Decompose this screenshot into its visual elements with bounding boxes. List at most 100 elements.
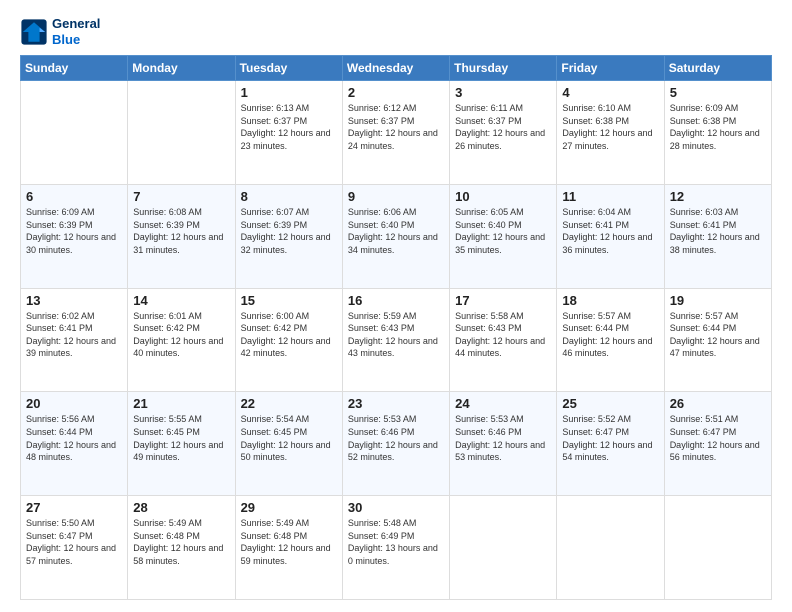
calendar-cell: 27 Sunrise: 5:50 AM Sunset: 6:47 PM Dayli… (21, 496, 128, 600)
day-number: 4 (562, 85, 658, 100)
calendar-cell (21, 81, 128, 185)
calendar-cell: 12 Sunrise: 6:03 AM Sunset: 6:41 PM Dayli… (664, 184, 771, 288)
day-info: Sunrise: 6:06 AM Sunset: 6:40 PM Dayligh… (348, 206, 444, 256)
day-info: Sunrise: 5:55 AM Sunset: 6:45 PM Dayligh… (133, 413, 229, 463)
calendar-cell: 6Sunrise: 6:09 AM Sunset: 6:39 PM Daylig… (21, 184, 128, 288)
day-number: 6 (26, 189, 122, 204)
day-info: Sunrise: 6:02 AM Sunset: 6:41 PM Dayligh… (26, 310, 122, 360)
week-row-4: 20 Sunrise: 5:56 AM Sunset: 6:44 PM Dayli… (21, 392, 772, 496)
calendar-cell (450, 496, 557, 600)
day-info: Sunrise: 6:07 AM Sunset: 6:39 PM Dayligh… (241, 206, 337, 256)
calendar-cell: 3Sunrise: 6:11 AM Sunset: 6:37 PM Daylig… (450, 81, 557, 185)
day-number: 1 (241, 85, 337, 100)
calendar-cell: 9 Sunrise: 6:06 AM Sunset: 6:40 PM Daylig… (342, 184, 449, 288)
logo-icon (20, 18, 48, 46)
page: General Blue SundayMondayTuesdayWednesda… (0, 0, 792, 612)
day-info: Sunrise: 5:52 AM Sunset: 6:47 PM Dayligh… (562, 413, 658, 463)
logo-text: General Blue (52, 16, 100, 47)
day-info: Sunrise: 6:12 AM Sunset: 6:37 PM Dayligh… (348, 102, 444, 152)
day-info: Sunrise: 5:57 AM Sunset: 6:44 PM Dayligh… (562, 310, 658, 360)
day-number: 29 (241, 500, 337, 515)
day-number: 26 (670, 396, 766, 411)
weekday-header-row: SundayMondayTuesdayWednesdayThursdayFrid… (21, 56, 772, 81)
day-number: 12 (670, 189, 766, 204)
day-number: 14 (133, 293, 229, 308)
calendar-cell: 14 Sunrise: 6:01 AM Sunset: 6:42 PM Dayli… (128, 288, 235, 392)
calendar-cell: 23 Sunrise: 5:53 AM Sunset: 6:46 PM Dayli… (342, 392, 449, 496)
calendar-cell (664, 496, 771, 600)
weekday-header-sunday: Sunday (21, 56, 128, 81)
day-number: 20 (26, 396, 122, 411)
week-row-2: 6Sunrise: 6:09 AM Sunset: 6:39 PM Daylig… (21, 184, 772, 288)
day-info: Sunrise: 5:56 AM Sunset: 6:44 PM Dayligh… (26, 413, 122, 463)
calendar-cell: 25 Sunrise: 5:52 AM Sunset: 6:47 PM Dayli… (557, 392, 664, 496)
day-number: 24 (455, 396, 551, 411)
calendar-cell: 13 Sunrise: 6:02 AM Sunset: 6:41 PM Dayli… (21, 288, 128, 392)
calendar-cell: 4 Sunrise: 6:10 AM Sunset: 6:38 PM Daylig… (557, 81, 664, 185)
calendar-cell: 24 Sunrise: 5:53 AM Sunset: 6:46 PM Dayli… (450, 392, 557, 496)
day-number: 16 (348, 293, 444, 308)
day-number: 2 (348, 85, 444, 100)
calendar-cell: 15 Sunrise: 6:00 AM Sunset: 6:42 PM Dayli… (235, 288, 342, 392)
week-row-1: 1 Sunrise: 6:13 AM Sunset: 6:37 PM Daylig… (21, 81, 772, 185)
day-info: Sunrise: 6:01 AM Sunset: 6:42 PM Dayligh… (133, 310, 229, 360)
day-info: Sunrise: 6:10 AM Sunset: 6:38 PM Dayligh… (562, 102, 658, 152)
day-info: Sunrise: 6:13 AM Sunset: 6:37 PM Dayligh… (241, 102, 337, 152)
day-info: Sunrise: 6:09 AM Sunset: 6:38 PM Dayligh… (670, 102, 766, 152)
day-number: 18 (562, 293, 658, 308)
day-number: 9 (348, 189, 444, 204)
day-number: 30 (348, 500, 444, 515)
weekday-header-friday: Friday (557, 56, 664, 81)
day-number: 15 (241, 293, 337, 308)
day-info: Sunrise: 5:53 AM Sunset: 6:46 PM Dayligh… (455, 413, 551, 463)
day-number: 19 (670, 293, 766, 308)
calendar-cell: 10 Sunrise: 6:05 AM Sunset: 6:40 PM Dayli… (450, 184, 557, 288)
day-number: 27 (26, 500, 122, 515)
day-number: 21 (133, 396, 229, 411)
calendar-cell: 11 Sunrise: 6:04 AM Sunset: 6:41 PM Dayli… (557, 184, 664, 288)
weekday-header-tuesday: Tuesday (235, 56, 342, 81)
week-row-3: 13 Sunrise: 6:02 AM Sunset: 6:41 PM Dayli… (21, 288, 772, 392)
day-number: 17 (455, 293, 551, 308)
day-info: Sunrise: 6:03 AM Sunset: 6:41 PM Dayligh… (670, 206, 766, 256)
day-info: Sunrise: 5:54 AM Sunset: 6:45 PM Dayligh… (241, 413, 337, 463)
day-info: Sunrise: 6:11 AM Sunset: 6:37 PM Dayligh… (455, 102, 551, 152)
calendar: SundayMondayTuesdayWednesdayThursdayFrid… (20, 55, 772, 600)
calendar-cell: 5 Sunrise: 6:09 AM Sunset: 6:38 PM Daylig… (664, 81, 771, 185)
day-info: Sunrise: 6:05 AM Sunset: 6:40 PM Dayligh… (455, 206, 551, 256)
day-info: Sunrise: 5:50 AM Sunset: 6:47 PM Dayligh… (26, 517, 122, 567)
calendar-cell: 16 Sunrise: 5:59 AM Sunset: 6:43 PM Dayli… (342, 288, 449, 392)
calendar-cell (557, 496, 664, 600)
calendar-cell: 8 Sunrise: 6:07 AM Sunset: 6:39 PM Daylig… (235, 184, 342, 288)
day-number: 7 (133, 189, 229, 204)
calendar-cell: 26 Sunrise: 5:51 AM Sunset: 6:47 PM Dayli… (664, 392, 771, 496)
calendar-cell: 7Sunrise: 6:08 AM Sunset: 6:39 PM Daylig… (128, 184, 235, 288)
day-number: 23 (348, 396, 444, 411)
day-number: 10 (455, 189, 551, 204)
day-number: 25 (562, 396, 658, 411)
calendar-cell (128, 81, 235, 185)
calendar-cell: 18 Sunrise: 5:57 AM Sunset: 6:44 PM Dayli… (557, 288, 664, 392)
calendar-cell: 1 Sunrise: 6:13 AM Sunset: 6:37 PM Daylig… (235, 81, 342, 185)
calendar-cell: 17Sunrise: 5:58 AM Sunset: 6:43 PM Dayli… (450, 288, 557, 392)
day-info: Sunrise: 6:00 AM Sunset: 6:42 PM Dayligh… (241, 310, 337, 360)
day-info: Sunrise: 5:51 AM Sunset: 6:47 PM Dayligh… (670, 413, 766, 463)
day-info: Sunrise: 5:59 AM Sunset: 6:43 PM Dayligh… (348, 310, 444, 360)
day-info: Sunrise: 6:04 AM Sunset: 6:41 PM Dayligh… (562, 206, 658, 256)
calendar-cell: 19Sunrise: 5:57 AM Sunset: 6:44 PM Dayli… (664, 288, 771, 392)
calendar-cell: 29Sunrise: 5:49 AM Sunset: 6:48 PM Dayli… (235, 496, 342, 600)
day-info: Sunrise: 5:53 AM Sunset: 6:46 PM Dayligh… (348, 413, 444, 463)
calendar-cell: 2 Sunrise: 6:12 AM Sunset: 6:37 PM Daylig… (342, 81, 449, 185)
weekday-header-monday: Monday (128, 56, 235, 81)
day-info: Sunrise: 5:49 AM Sunset: 6:48 PM Dayligh… (133, 517, 229, 567)
day-number: 13 (26, 293, 122, 308)
day-number: 8 (241, 189, 337, 204)
day-number: 28 (133, 500, 229, 515)
calendar-cell: 21 Sunrise: 5:55 AM Sunset: 6:45 PM Dayli… (128, 392, 235, 496)
day-number: 11 (562, 189, 658, 204)
calendar-cell: 30 Sunrise: 5:48 AM Sunset: 6:49 PM Dayli… (342, 496, 449, 600)
weekday-header-thursday: Thursday (450, 56, 557, 81)
day-number: 5 (670, 85, 766, 100)
calendar-cell: 20 Sunrise: 5:56 AM Sunset: 6:44 PM Dayli… (21, 392, 128, 496)
day-info: Sunrise: 5:48 AM Sunset: 6:49 PM Dayligh… (348, 517, 444, 567)
